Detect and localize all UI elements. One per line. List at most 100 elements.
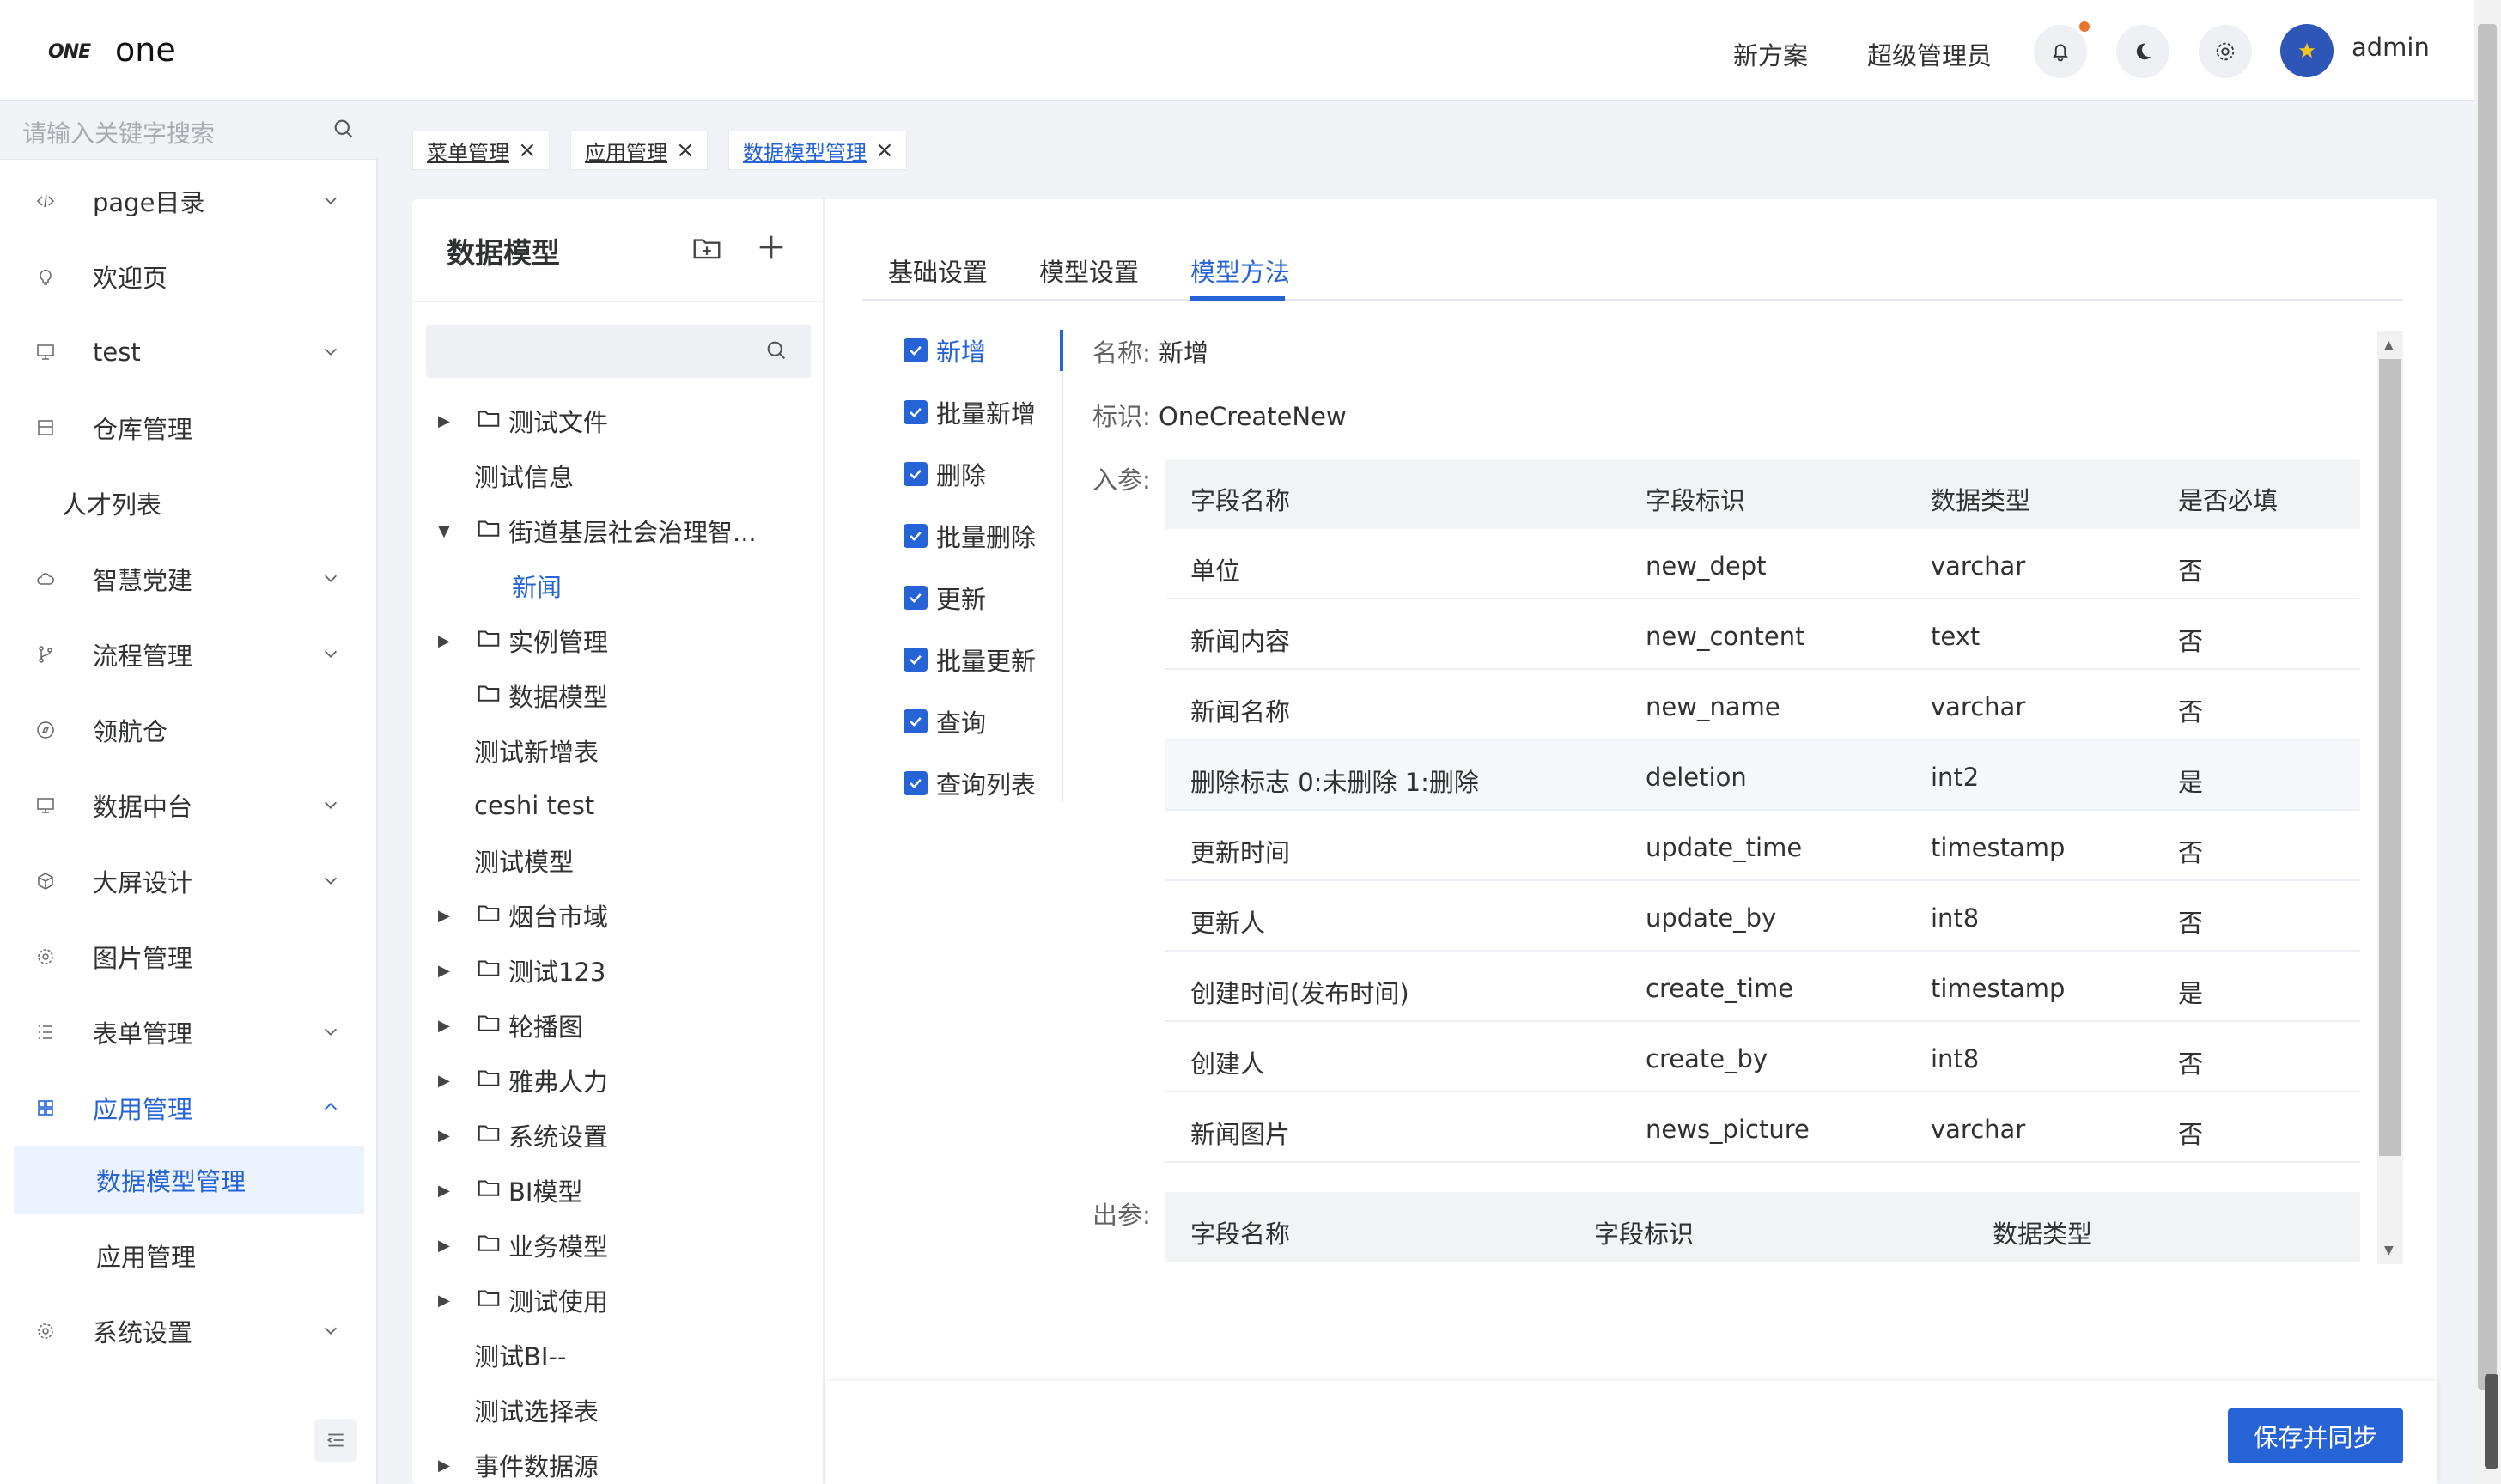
method-checkbox-item[interactable]: 更新 (904, 567, 986, 629)
sidebar-item-test[interactable]: test (0, 314, 378, 390)
caret-down-icon[interactable]: ▼ (438, 522, 450, 540)
add-folder-icon[interactable] (691, 232, 723, 271)
folder-icon (476, 900, 502, 932)
page-scrollbar-handle[interactable] (2485, 1374, 2498, 1469)
tree-node[interactable]: 测试选择表 (426, 1383, 811, 1438)
caret-right-icon[interactable]: ▶ (438, 1457, 450, 1475)
sidebar-item-screen-design[interactable]: 大屏设计 (0, 843, 378, 919)
sidebar-item-app-management[interactable]: 应用管理 (0, 1070, 378, 1146)
table-cell: timestamp (1931, 974, 2066, 1003)
checkbox-checked-icon[interactable] (904, 586, 928, 610)
method-checkbox-item[interactable]: 新增 (904, 319, 986, 381)
tab-model-methods[interactable]: 模型方法 (1190, 252, 1290, 289)
search-icon[interactable] (332, 117, 356, 147)
checkbox-checked-icon[interactable] (904, 338, 928, 362)
caret-right-icon[interactable]: ▶ (438, 962, 450, 980)
caret-right-icon[interactable]: ▶ (438, 1127, 450, 1145)
search-icon[interactable] (764, 338, 788, 368)
caret-right-icon[interactable]: ▶ (438, 1237, 450, 1255)
avatar[interactable] (2280, 24, 2334, 77)
caret-right-icon[interactable]: ▶ (438, 1072, 450, 1090)
method-checkbox-item[interactable]: 删除 (904, 443, 986, 505)
table-cell: int2 (1931, 763, 1980, 792)
tree-node[interactable]: ▶ 事件数据源 (426, 1438, 811, 1484)
sidebar-subitem-app-management[interactable]: 应用管理 (0, 1218, 378, 1293)
sidebar-item-welcome[interactable]: 欢迎页 (0, 239, 378, 314)
sidebar-item-process[interactable]: 流程管理 (0, 617, 378, 692)
method-checkbox-item[interactable]: 批量新增 (904, 381, 1036, 443)
checkbox-checked-icon[interactable] (904, 524, 928, 548)
table-scrollbar-thumb[interactable] (2379, 359, 2401, 1156)
checkbox-checked-icon[interactable] (904, 771, 928, 795)
tree-node[interactable]: ▶ 轮播图 (426, 998, 811, 1053)
sidebar-subitem-data-model-management[interactable]: 数据模型管理 (0, 1142, 378, 1218)
sidebar-item-party-building[interactable]: 智慧党建 (0, 541, 378, 617)
tree-node[interactable]: 测试模型 (426, 833, 811, 888)
checkbox-checked-icon[interactable] (904, 462, 928, 486)
tab-basic-settings[interactable]: 基础设置 (888, 252, 988, 289)
method-checkbox-item[interactable]: 批量更新 (904, 629, 1036, 690)
method-checkbox-item[interactable]: 查询列表 (904, 752, 1036, 814)
sidebar-item-page-directory[interactable]: page目录 (0, 163, 378, 239)
tab-app-management[interactable]: 应用管理 × (570, 131, 708, 170)
sidebar-item-system-settings[interactable]: 系统设置 (0, 1293, 378, 1369)
sidebar-item-talent-list[interactable]: 人才列表 (0, 465, 378, 541)
scroll-down-icon[interactable]: ▼ (2384, 1244, 2394, 1257)
tree-node[interactable]: ▶ 雅弗人力 (426, 1053, 811, 1108)
close-icon[interactable]: × (518, 137, 537, 163)
checkbox-checked-icon[interactable] (904, 709, 928, 733)
close-icon[interactable]: × (676, 137, 695, 163)
tree-node[interactable]: ▶ 烟台市域 (426, 888, 811, 943)
page-scrollbar-thumb[interactable] (2478, 24, 2497, 1390)
username[interactable]: admin (2352, 33, 2430, 62)
method-label: 查询 (936, 709, 987, 738)
tree-node[interactable]: ▶ 测试使用 (426, 1273, 811, 1328)
sidebar-item-data-platform[interactable]: 数据中台 (0, 768, 378, 843)
tree-node[interactable]: 新闻 (426, 558, 811, 613)
tree-node[interactable]: 测试信息 (426, 448, 811, 503)
sidebar-item-warehouse[interactable]: 仓库管理 (0, 390, 378, 465)
tree-node[interactable]: ▶ 业务模型 (426, 1218, 811, 1273)
tree-node[interactable]: 测试新增表 (426, 723, 811, 778)
table-header-cell: 是否必填 (2178, 486, 2279, 515)
table-cell: 否 (2178, 838, 2204, 867)
scroll-up-icon[interactable]: ▲ (2384, 338, 2394, 352)
add-icon[interactable] (754, 230, 788, 271)
tab-label: 应用管理 (585, 140, 667, 165)
checkbox-checked-icon[interactable] (904, 648, 928, 672)
sidebar-item-form-management[interactable]: 表单管理 (0, 994, 378, 1070)
tree-node[interactable]: ▼ 街道基层社会治理智... (426, 503, 811, 558)
checkbox-checked-icon[interactable] (904, 400, 928, 424)
tree-node[interactable]: 数据模型 (426, 668, 811, 723)
tree-node[interactable]: ▶ 系统设置 (426, 1108, 811, 1163)
caret-right-icon[interactable]: ▶ (438, 1292, 450, 1310)
tab-data-model-management[interactable]: 数据模型管理 × (728, 131, 907, 170)
tree-search-input[interactable] (426, 325, 811, 378)
moon-icon[interactable] (2116, 25, 2169, 78)
caret-right-icon[interactable]: ▶ (438, 1182, 450, 1200)
tree-node[interactable]: 测试BI-- (426, 1328, 811, 1383)
caret-right-icon[interactable]: ▶ (438, 1017, 450, 1035)
super-admin-link[interactable]: 超级管理员 (1867, 36, 1992, 72)
method-checkbox-item[interactable]: 批量删除 (904, 505, 1036, 567)
tree-node[interactable]: ceshi test (426, 778, 811, 833)
tree-node-label: 实例管理 (508, 628, 609, 657)
tree-node[interactable]: ▶ 测试123 (426, 943, 811, 998)
tree-node[interactable]: ▶ BI模型 (426, 1163, 811, 1218)
new-plan-link[interactable]: 新方案 (1733, 36, 1808, 72)
collapse-sidebar-button[interactable] (314, 1419, 357, 1462)
gear-icon[interactable] (2199, 25, 2252, 78)
sidebar-item-image-management[interactable]: 图片管理 (0, 919, 378, 994)
sidebar-item-navigator[interactable]: 领航仓 (0, 692, 378, 768)
caret-right-icon[interactable]: ▶ (438, 412, 450, 430)
caret-right-icon[interactable]: ▶ (438, 632, 450, 650)
tree-node[interactable]: ▶ 实例管理 (426, 613, 811, 668)
bell-icon[interactable] (2034, 25, 2087, 78)
tree-node[interactable]: ▶ 测试文件 (426, 393, 811, 448)
caret-right-icon[interactable]: ▶ (438, 907, 450, 925)
method-checkbox-item[interactable]: 查询 (904, 690, 986, 752)
tab-model-settings[interactable]: 模型设置 (1039, 252, 1139, 289)
save-and-sync-button[interactable]: 保存并同步 (2228, 1408, 2403, 1463)
close-icon[interactable]: × (875, 137, 894, 163)
tab-menu-management[interactable]: 菜单管理 × (412, 131, 550, 170)
